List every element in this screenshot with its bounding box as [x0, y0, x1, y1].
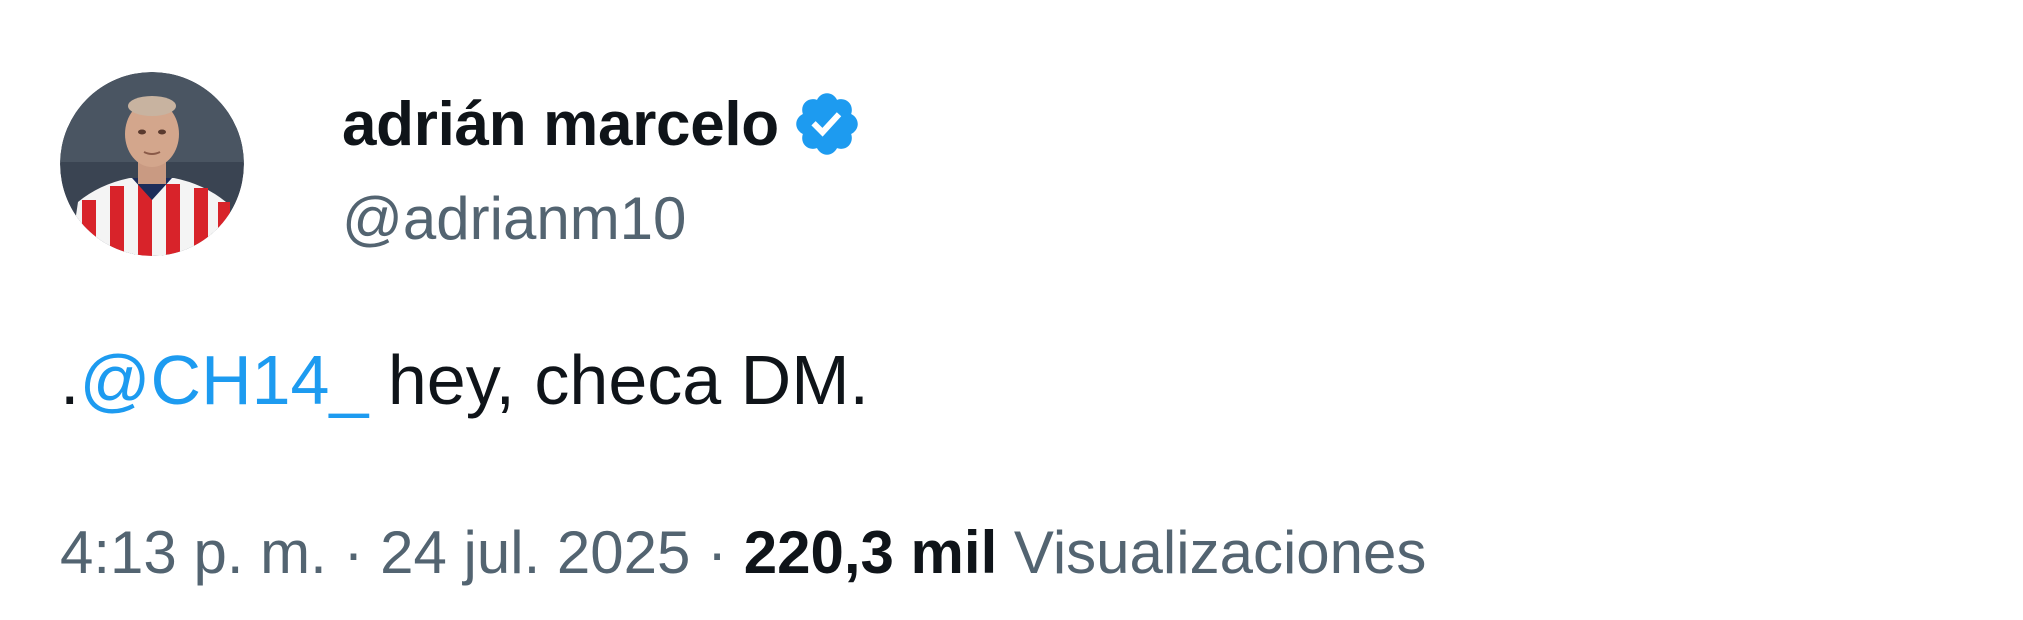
author-info: adrián marcelo @adrianm10 [342, 72, 863, 253]
tweet-text-prefix: . [60, 341, 80, 419]
meta-separator: · [690, 519, 744, 586]
mention-link[interactable]: @CH14_ [79, 341, 368, 419]
avatar[interactable] [60, 72, 244, 256]
tweet-header: adrián marcelo @adrianm10 [60, 72, 863, 256]
meta-separator: · [326, 519, 381, 586]
views-label: Visualizaciones [997, 519, 1427, 586]
author-display-name[interactable]: adrián marcelo [342, 89, 779, 160]
tweet-card: adrián marcelo @adrianm10 .@CH14_ hey, c… [0, 0, 2023, 620]
tweet-date[interactable]: 24 jul. 2025 [380, 519, 690, 586]
author-handle[interactable]: @adrianm10 [342, 184, 863, 253]
tweet-text: .@CH14_ hey, checa DM. [60, 338, 869, 422]
verified-badge-icon[interactable] [791, 88, 863, 160]
views-count[interactable]: 220,3 mil [744, 519, 998, 586]
tweet-meta: 4:13 p. m. · 24 jul. 2025 · 220,3 mil Vi… [60, 520, 1426, 586]
tweet-text-content: hey, checa DM. [368, 341, 869, 419]
avatar-image [60, 72, 244, 256]
tweet-time[interactable]: 4:13 p. m. [60, 519, 327, 586]
name-row: adrián marcelo [342, 72, 863, 176]
